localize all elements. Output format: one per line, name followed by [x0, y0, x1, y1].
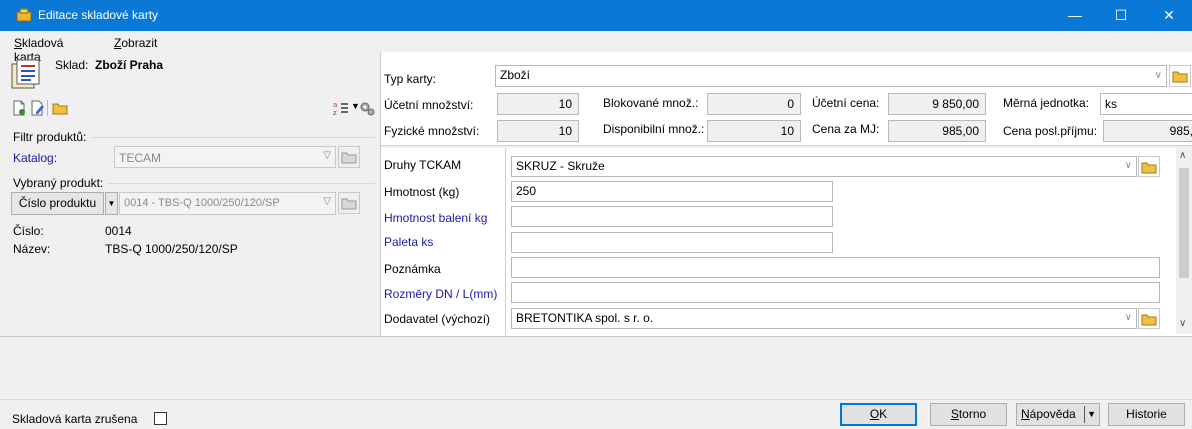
storno-button[interactable]: Storno	[930, 403, 1007, 426]
warehouse-card-icon	[11, 59, 40, 89]
right-panel: Typ karty: Zboží ∨ Účetní množství: 10 B…	[380, 52, 1192, 342]
grid-label[interactable]: Rozměry DN / L(mm)	[384, 287, 497, 301]
chevron-down-icon: ∨	[1124, 160, 1132, 171]
divider	[0, 399, 1192, 400]
cislo-produktu-button[interactable]: Číslo produktu	[11, 192, 104, 215]
katalog-select[interactable]: TECAM ▽	[114, 146, 336, 168]
cislo-produktu-dropdown[interactable]: ▼	[105, 192, 118, 215]
historie-button[interactable]: Historie	[1108, 403, 1185, 426]
grid-label: Poznámka	[384, 262, 441, 276]
nazev-label: Název:	[13, 242, 51, 256]
app-icon	[16, 8, 32, 22]
chevron-down-icon[interactable]: ▼	[1087, 404, 1096, 425]
ucetni-mnozstvi-label: Účetní množství:	[384, 98, 474, 112]
grid-scrollbar[interactable]: ∧ ∨	[1176, 148, 1192, 334]
scroll-down-icon[interactable]: ∨	[1179, 318, 1186, 329]
left-panel: Sklad: Zboží Praha a z ▼ Filtr produktů:…	[7, 52, 375, 338]
grid-label[interactable]: Hmotnost balení kg	[384, 211, 487, 225]
divider	[91, 137, 375, 138]
merna-jednotka-label: Měrná jednotka:	[1003, 96, 1090, 110]
edit-document-icon[interactable]	[29, 100, 45, 116]
chevron-down-icon: ∨	[1154, 70, 1162, 81]
folder-icon	[1141, 162, 1157, 174]
divider	[107, 183, 375, 184]
cislo-label: Číslo:	[13, 224, 44, 238]
toolbar-separator	[47, 100, 48, 116]
folder-icon	[341, 198, 357, 210]
window-title: Editace skladové karty	[38, 8, 159, 22]
scroll-thumb[interactable]	[1179, 168, 1189, 278]
cislo-value: 0014	[105, 224, 132, 238]
new-document-icon[interactable]	[11, 100, 27, 116]
chevron-down-icon: ▽	[323, 150, 331, 161]
folder-icon[interactable]	[52, 100, 68, 116]
maximize-button[interactable]: ☐	[1098, 0, 1144, 31]
cena-posl-prijmu-label: Cena posl.příjmu:	[1003, 124, 1098, 138]
settings-gears-icon[interactable]	[359, 100, 375, 116]
menu-zobrazit[interactable]: Zobrazit	[114, 36, 157, 50]
svg-text:z: z	[333, 109, 337, 116]
grid-label: Druhy TCKAM	[384, 158, 462, 172]
fyzicke-mnozstvi-label: Fyzické množství:	[384, 124, 480, 138]
typ-karty-select[interactable]: Zboží ∨	[495, 65, 1167, 87]
sort-icon[interactable]: a z	[333, 100, 349, 116]
close-button[interactable]: ✕	[1146, 0, 1192, 31]
folder-icon	[341, 152, 357, 164]
folder-icon	[1172, 71, 1188, 83]
merna-jednotka-field[interactable]: ks	[1100, 93, 1192, 115]
cena-za-mj-label: Cena za MJ:	[812, 122, 880, 136]
produkt-select[interactable]: 0014 - TBS-Q 1000/250/120/SP ▽	[119, 192, 336, 215]
druhy-tckam-folder-button[interactable]	[1138, 156, 1160, 177]
skladova-karta-zrusena-checkbox[interactable]	[154, 412, 167, 425]
hmotnost-field[interactable]: 250	[511, 181, 833, 202]
status-strip	[0, 336, 1192, 342]
svg-text:a: a	[333, 101, 337, 109]
filtr-produktu-label: Filtr produktů:	[13, 130, 87, 144]
grid-label: Dodavatel (výchozí)	[384, 312, 491, 326]
title-bar: Editace skladové karty — ☐ ✕	[0, 0, 1192, 31]
skladova-karta-zrusena-label: Skladová karta zrušena	[12, 412, 138, 426]
chevron-down-icon: ▽	[323, 196, 331, 207]
hmotnost-baleni-field[interactable]	[511, 206, 833, 227]
splitter[interactable]	[381, 145, 1192, 148]
chevron-down-icon: ∨	[1124, 312, 1132, 323]
blokovane-label: Blokované množ.:	[603, 96, 699, 110]
disponibilni-label: Disponibilní množ.:	[603, 122, 705, 136]
fyzicke-mnozstvi-field: 10	[497, 120, 579, 142]
typ-karty-label: Typ karty:	[384, 72, 437, 86]
druhy-tckam-select[interactable]: SKRUZ - Skruže ∨	[511, 156, 1137, 177]
cena-posl-prijmu-field: 985,	[1103, 120, 1192, 142]
poznamka-field[interactable]	[511, 257, 1160, 278]
ok-button[interactable]: OK	[840, 403, 917, 426]
minimize-button[interactable]: —	[1052, 0, 1098, 31]
nazev-value: TBS-Q 1000/250/120/SP	[105, 242, 238, 256]
folder-icon	[1141, 314, 1157, 326]
sklad-label: Sklad:	[55, 58, 89, 72]
produkt-folder-button[interactable]	[338, 192, 360, 214]
blokovane-field: 0	[707, 93, 801, 115]
sklad-value: Zboží Praha	[95, 58, 164, 72]
grid-divider	[505, 148, 506, 342]
katalog-folder-button[interactable]	[338, 146, 360, 168]
grid-label[interactable]: Paleta ks	[384, 235, 433, 249]
ucetni-mnozstvi-field: 10	[497, 93, 579, 115]
typ-karty-folder-button[interactable]	[1169, 65, 1191, 87]
vybrany-produkt-label: Vybraný produkt:	[13, 176, 104, 190]
cena-za-mj-field: 985,00	[888, 120, 986, 142]
grid-label: Hmotnost (kg)	[384, 185, 460, 199]
disponibilni-field: 10	[707, 120, 801, 142]
split-divider	[1084, 406, 1085, 423]
napoveda-button[interactable]: Nápověda ▼	[1016, 403, 1100, 426]
rozmery-field[interactable]	[511, 282, 1160, 303]
ucetni-cena-label: Účetní cena:	[812, 96, 880, 110]
scroll-up-icon[interactable]: ∧	[1179, 150, 1186, 161]
dodavatel-select[interactable]: BRETONTIKA spol. s r. o. ∨	[511, 308, 1137, 329]
ucetni-cena-field: 9 850,00	[888, 93, 986, 115]
katalog-label[interactable]: Katalog:	[13, 151, 57, 165]
dodavatel-folder-button[interactable]	[1138, 308, 1160, 329]
paleta-field[interactable]	[511, 232, 833, 253]
